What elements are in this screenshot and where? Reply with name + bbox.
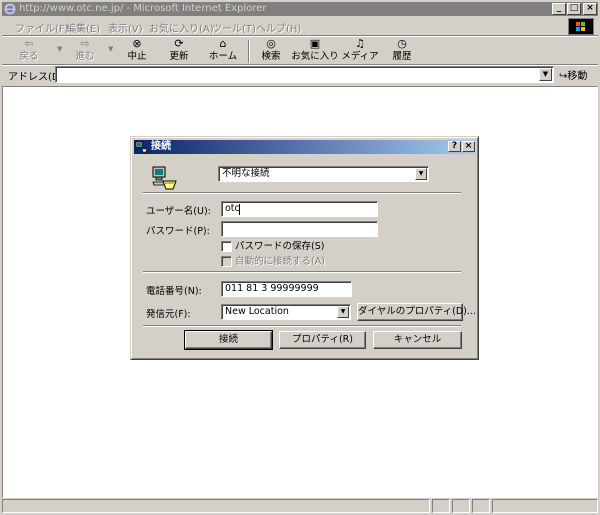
stop-button[interactable]: ⊗ 中止 <box>118 37 156 65</box>
connection-value: 不明な接続 <box>222 168 270 179</box>
dialog-close-button[interactable]: × <box>462 141 475 152</box>
home-label: ホーム <box>208 51 238 62</box>
dial-from-value: New Location <box>225 306 289 317</box>
back-dropdown-icon[interactable]: ▼ <box>57 45 62 53</box>
windows-logo-icon <box>568 18 594 35</box>
history-icon: ◷ <box>397 37 407 50</box>
username-input[interactable]: otc <box>221 201 378 217</box>
menu-help[interactable]: ヘルプ(H) <box>256 20 301 35</box>
phone-number-label: 電話番号(N): <box>146 286 202 297</box>
history-button[interactable]: ◷ 履歴 <box>383 37 421 65</box>
status-pane-secure <box>452 499 470 513</box>
dial-from-dropdown-icon[interactable]: ▼ <box>337 306 349 318</box>
phone-number-value: 011 81 3 99999999 <box>225 283 319 294</box>
menu-tools[interactable]: ツール(T) <box>212 20 256 35</box>
address-dropdown-button[interactable]: ▼ <box>539 68 552 81</box>
ie-logo-icon <box>4 3 16 15</box>
maximize-button[interactable]: □ <box>567 3 581 15</box>
address-input[interactable]: ▼ <box>55 66 554 83</box>
connect-button[interactable]: 接続 <box>184 330 273 350</box>
connection-dropdown-icon[interactable]: ▼ <box>415 168 427 180</box>
refresh-label: 更新 <box>169 51 189 62</box>
dial-from-label: 発信元(F): <box>146 309 191 320</box>
dial-up-connection-dialog: 接続 ? × 不明な接続 ▼ ユーザー名(U): otc パスワード(P): パ… <box>130 136 479 360</box>
window-title: http://www.otc.ne.jp/ - Microsoft Intern… <box>19 3 267 14</box>
menu-favorites[interactable]: お気に入り(A) <box>149 20 214 35</box>
menu-bar: ファイル(F) 編集(E) 表示(V) お気に入り(A) ツール(T) ヘルプ(… <box>2 18 598 35</box>
auto-connect-checkbox-row: 自動的に接続する(A) <box>221 255 421 268</box>
dialog-title: 接続 <box>151 141 171 152</box>
menu-file[interactable]: ファイル(F) <box>15 20 69 35</box>
save-password-label[interactable]: パスワードの保存(S) <box>235 240 324 253</box>
connection-select[interactable]: 不明な接続 ▼ <box>218 166 429 182</box>
home-icon: ⌂ <box>219 37 227 50</box>
address-bar: アドレス(D) ▼ ↪移動 <box>2 66 598 84</box>
standard-toolbar: ⇦ 戻る ▼ ⇨ 進む ▼ ⊗ 中止 ⟳ 更新 ⌂ ホーム ◎ 検索 ▣ お気に… <box>2 37 598 65</box>
dialog-separator-middle <box>143 271 461 273</box>
home-button[interactable]: ⌂ ホーム <box>204 37 242 65</box>
back-label: 戻る <box>19 51 39 62</box>
media-button[interactable]: ♫ メディア <box>341 37 379 65</box>
back-arrow-icon: ⇦ <box>24 37 34 50</box>
search-label: 検索 <box>261 51 281 62</box>
status-bar <box>2 499 598 513</box>
status-pane-progress <box>432 499 450 513</box>
dialog-title-bar[interactable]: 接続 ? × <box>134 140 475 154</box>
username-label: ユーザー名(U): <box>146 206 211 217</box>
favorites-label: お気に入り <box>291 51 339 62</box>
forward-arrow-icon: ⇨ <box>80 37 90 50</box>
stop-icon: ⊗ <box>132 37 142 50</box>
text-caret <box>239 204 240 215</box>
properties-button[interactable]: プロパティ(R) <box>279 331 366 349</box>
dialog-separator-top <box>143 192 461 194</box>
favorites-icon: ▣ <box>309 37 321 50</box>
phone-number-input[interactable]: 011 81 3 99999999 <box>221 281 352 297</box>
toolbar-separator <box>248 40 250 63</box>
minimize-button[interactable]: _ <box>552 3 566 15</box>
search-button[interactable]: ◎ 検索 <box>252 37 290 65</box>
cancel-button[interactable]: キャンセル <box>373 331 462 349</box>
go-button[interactable]: ↪移動 <box>559 67 587 82</box>
menu-view[interactable]: 表示(V) <box>108 20 143 35</box>
username-value: otc <box>225 203 240 214</box>
history-label: 履歴 <box>392 51 412 62</box>
network-connection-icon <box>135 141 148 153</box>
close-button[interactable]: × <box>583 3 597 15</box>
dialup-computer-icon <box>152 166 177 190</box>
status-text-pane <box>2 499 430 513</box>
stop-label: 中止 <box>127 51 147 62</box>
media-label: メディア <box>341 51 379 62</box>
refresh-button[interactable]: ⟳ 更新 <box>160 37 198 65</box>
dial-from-select[interactable]: New Location ▼ <box>221 304 351 320</box>
forward-label: 進む <box>75 51 95 62</box>
refresh-icon: ⟳ <box>174 37 184 50</box>
save-password-checkbox[interactable] <box>221 241 232 252</box>
window-title-bar[interactable]: http://www.otc.ne.jp/ - Microsoft Intern… <box>2 2 598 16</box>
menu-edit[interactable]: 編集(E) <box>66 20 100 35</box>
media-icon: ♫ <box>355 37 365 50</box>
go-label: 移動 <box>567 71 588 82</box>
password-input[interactable] <box>221 221 378 237</box>
status-pane-privacy <box>472 499 490 513</box>
back-button[interactable]: ⇦ 戻る <box>10 37 48 65</box>
auto-connect-label: 自動的に接続する(A) <box>235 256 325 267</box>
dialog-separator-bottom <box>143 325 461 327</box>
status-pane-zone <box>492 499 598 513</box>
dialing-properties-button[interactable]: ダイヤルのプロパティ(D)... <box>357 303 476 321</box>
search-icon: ◎ <box>266 37 276 50</box>
save-password-checkbox-row[interactable]: パスワードの保存(S) <box>221 240 421 253</box>
forward-button[interactable]: ⇨ 進む <box>66 37 104 65</box>
favorites-button[interactable]: ▣ お気に入り <box>290 37 340 65</box>
forward-dropdown-icon[interactable]: ▼ <box>108 45 113 53</box>
password-label: パスワード(P): <box>146 226 210 237</box>
auto-connect-checkbox <box>221 256 232 267</box>
help-button[interactable]: ? <box>448 141 461 152</box>
